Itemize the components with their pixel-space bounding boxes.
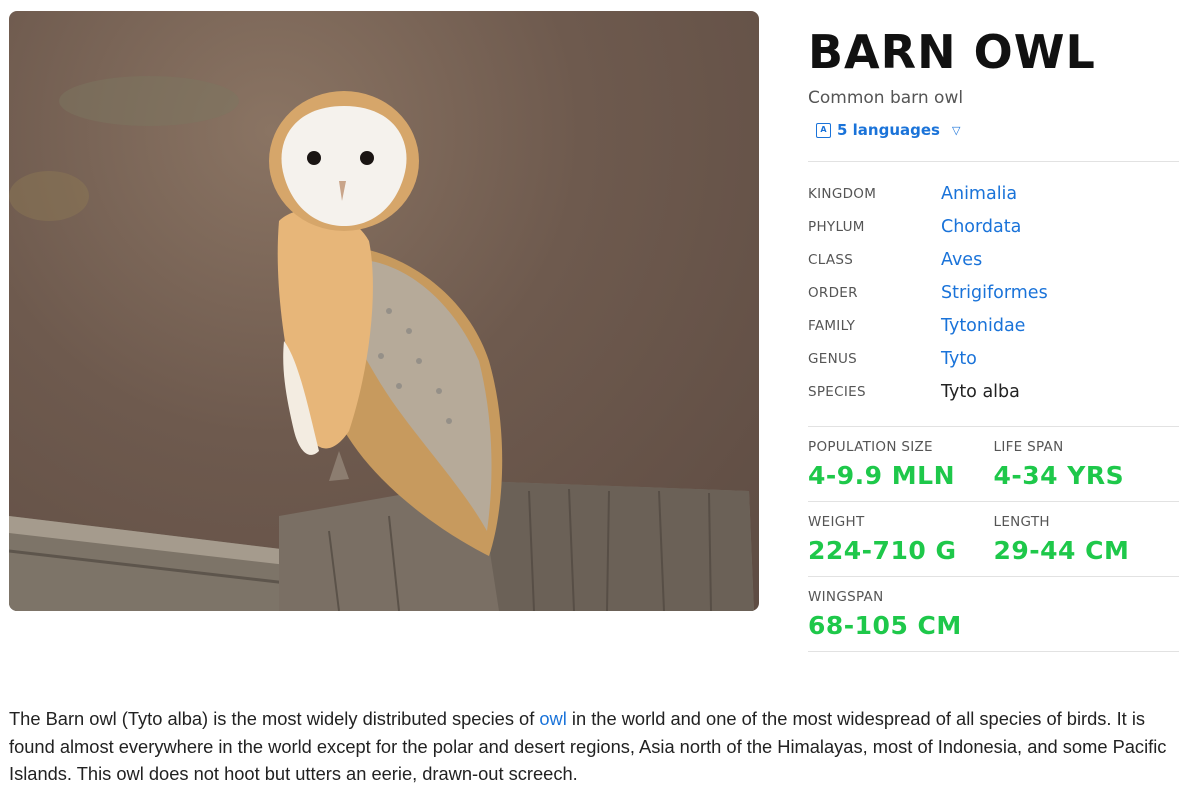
taxonomy-row-phylum: PHYLUM Chordata [808, 210, 1179, 243]
taxonomy-row-species: SPECIES Tyto alba [808, 375, 1179, 408]
taxonomy-key: SPECIES [808, 383, 866, 400]
stat-value: 29-44 CM [993, 536, 1130, 565]
stat-key: POPULATION SIZE [808, 439, 933, 455]
stats-row: POPULATION SIZE 4-9.9 MLN LIFE SPAN 4-34… [808, 427, 1179, 502]
stat-wingspan: WINGSPAN 68-105 CM [808, 589, 1008, 651]
taxonomy-link-class[interactable]: Aves [941, 250, 982, 270]
stat-value: 4-34 YRS [993, 461, 1125, 490]
taxonomy-row-genus: GENUS Tyto [808, 342, 1179, 375]
taxonomy-key: PHYLUM [808, 218, 865, 235]
chevron-down-icon: ▽ [951, 123, 961, 137]
taxonomy-link-phylum[interactable]: Chordata [941, 217, 1021, 237]
stat-weight: WEIGHT 224-710 G [808, 514, 994, 576]
species-info-panel: BARN OWL Common barn owl A 5 languages ▽… [808, 11, 1179, 652]
owl-link[interactable]: owl [539, 708, 566, 729]
stat-lifespan: LIFE SPAN 4-34 YRS [994, 439, 1179, 501]
description-paragraph: The Barn owl (Tyto alba) is the most wid… [9, 705, 1174, 788]
taxonomy-key: KINGDOM [808, 185, 877, 202]
owl-illustration [9, 76, 754, 611]
taxonomy-row-order: ORDER Strigiformes [808, 276, 1179, 309]
owl-photo [9, 11, 759, 611]
taxonomy-link-kingdom[interactable]: Animalia [941, 184, 1017, 204]
stat-length: LENGTH 29-44 CM [994, 514, 1179, 576]
stat-population: POPULATION SIZE 4-9.9 MLN [808, 439, 994, 501]
taxonomy-key: GENUS [808, 350, 858, 367]
taxonomy-link-order[interactable]: Strigiformes [941, 283, 1048, 303]
stat-value: 68-105 CM [808, 611, 962, 640]
stat-key: LIFE SPAN [993, 439, 1064, 455]
taxonomy-key: ORDER [808, 284, 858, 301]
languages-dropdown[interactable]: A 5 languages ▽ [816, 121, 1179, 139]
stat-key: LENGTH [993, 514, 1050, 530]
page-title: BARN OWL [808, 25, 1096, 79]
common-name: Common barn owl [808, 88, 964, 108]
taxonomy-key: CLASS [808, 251, 854, 268]
stat-value: 4-9.9 MLN [808, 461, 955, 490]
description-text: The Barn owl (Tyto alba) is the most wid… [9, 708, 540, 729]
taxonomy-table: KINGDOM Animalia PHYLUM Chordata CLASS A… [808, 161, 1179, 408]
taxonomy-value-species: Tyto alba [941, 381, 1020, 402]
stat-key: WINGSPAN [808, 589, 884, 605]
stats-grid: POPULATION SIZE 4-9.9 MLN LIFE SPAN 4-34… [808, 426, 1179, 652]
taxonomy-link-family[interactable]: Tytonidae [941, 316, 1025, 336]
stats-row: WINGSPAN 68-105 CM [808, 577, 1179, 652]
translate-icon: A [816, 122, 831, 138]
stat-value: 224-710 G [808, 536, 957, 565]
languages-label: 5 languages [837, 121, 940, 139]
stat-key: WEIGHT [808, 514, 865, 530]
taxonomy-row-family: FAMILY Tytonidae [808, 309, 1179, 342]
taxonomy-row-class: CLASS Aves [808, 243, 1179, 276]
taxonomy-row-kingdom: KINGDOM Animalia [808, 177, 1179, 210]
taxonomy-link-genus[interactable]: Tyto [941, 349, 977, 369]
stats-row: WEIGHT 224-710 G LENGTH 29-44 CM [808, 502, 1179, 577]
taxonomy-key: FAMILY [808, 317, 856, 334]
